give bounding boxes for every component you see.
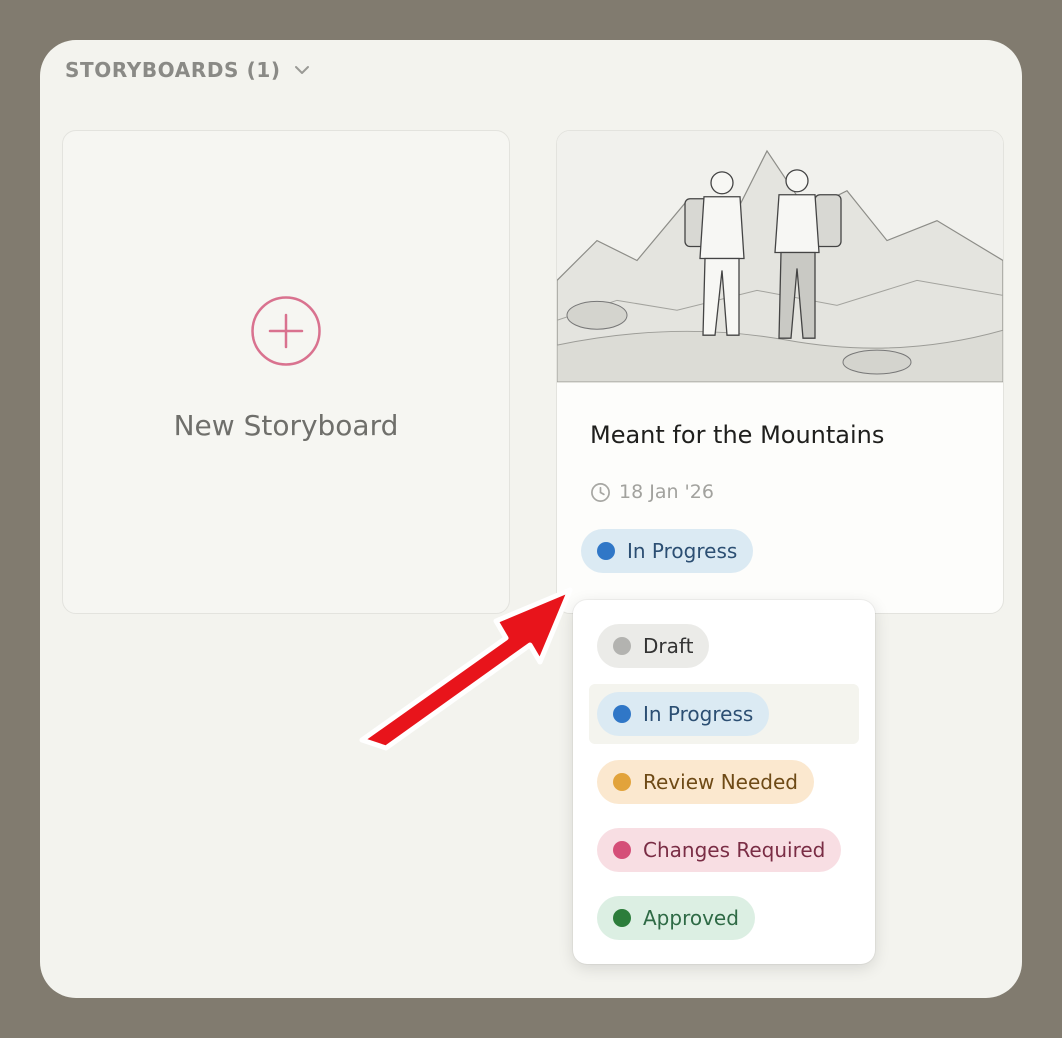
- status-dot: [613, 773, 631, 791]
- storyboard-title: Meant for the Mountains: [590, 421, 885, 449]
- status-option-approved[interactable]: Approved: [597, 896, 755, 940]
- storyboards-section-toggle[interactable]: STORYBOARDS (1): [65, 58, 311, 82]
- status-dot: [613, 705, 631, 723]
- status-option-label: Draft: [643, 634, 694, 658]
- status-badge[interactable]: In Progress: [581, 529, 754, 573]
- status-dot: [613, 637, 631, 655]
- status-option-in-progress[interactable]: In Progress: [597, 692, 770, 736]
- storyboard-thumbnail: [557, 131, 1003, 383]
- status-option-label: In Progress: [643, 702, 754, 726]
- storyboard-date-text: 18 Jan '26: [619, 481, 714, 503]
- status-label: In Progress: [627, 539, 738, 563]
- clock-icon: [591, 482, 610, 502]
- chevron-down-icon: [294, 66, 309, 74]
- status-option-label: Changes Required: [643, 838, 826, 862]
- status-option-draft[interactable]: Draft: [597, 624, 710, 668]
- new-storyboard-label: New Storyboard: [173, 409, 399, 442]
- status-option-label: Approved: [643, 906, 739, 930]
- status-dot: [613, 909, 631, 927]
- status-option-review-needed[interactable]: Review Needed: [597, 760, 814, 804]
- status-option-changes-required[interactable]: Changes Required: [597, 828, 842, 872]
- status-dropdown-menu: Draft In Progress Review Needed Changes …: [573, 600, 875, 964]
- section-title: STORYBOARDS (1): [65, 58, 281, 82]
- status-dot: [597, 542, 615, 560]
- storyboard-date: 18 Jan '26: [590, 481, 714, 503]
- plus-circle-icon: [251, 296, 321, 366]
- new-storyboard-card[interactable]: New Storyboard: [62, 130, 510, 614]
- storyboard-card[interactable]: Meant for the Mountains 18 Jan '26 In Pr…: [556, 130, 1004, 614]
- status-dot: [613, 841, 631, 859]
- status-option-label: Review Needed: [643, 770, 798, 794]
